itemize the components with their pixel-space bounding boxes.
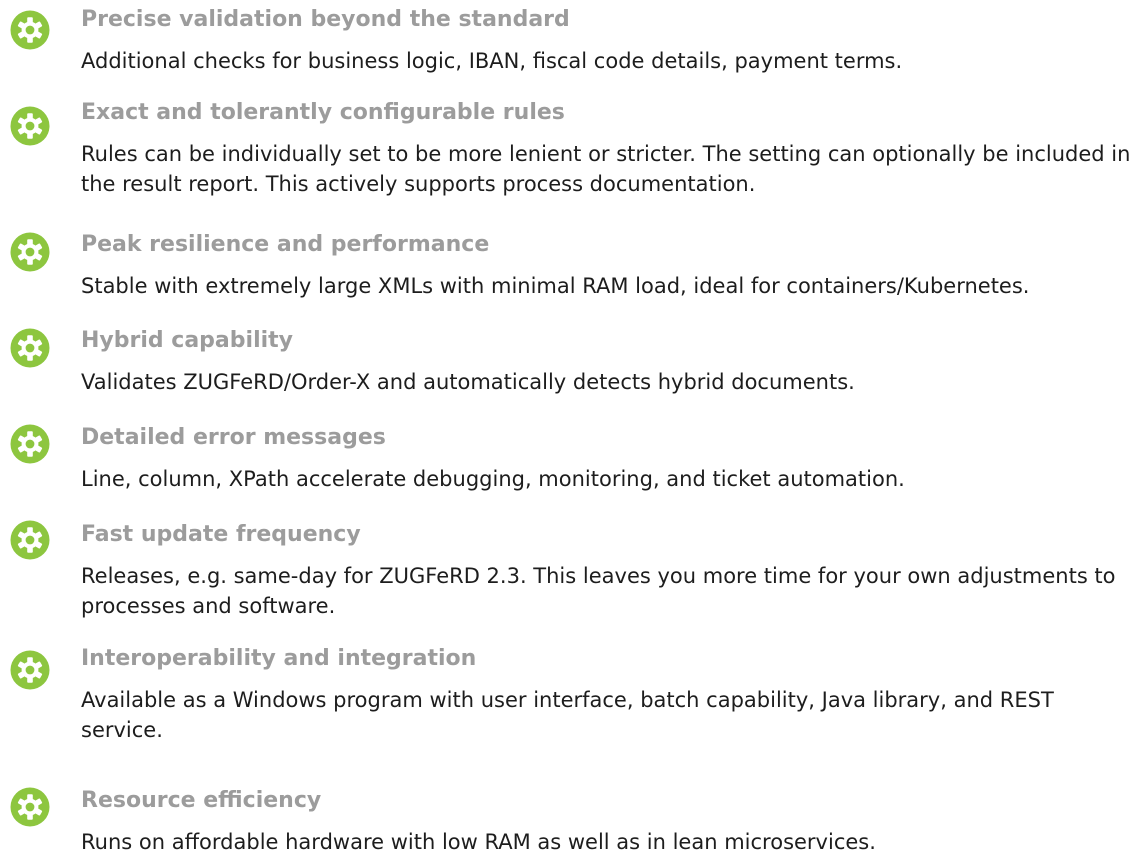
- feature-title: Peak resilience and performance: [81, 232, 490, 257]
- feature-title: Interoperability and integration: [81, 646, 477, 671]
- feature-title: Precise validation beyond the standard: [81, 7, 570, 32]
- feature-description: Additional checks for business logic, IB…: [81, 49, 903, 73]
- feature-text: Precise validation beyond the standard A…: [81, 6, 1142, 76]
- feature-text: Interoperability and integration Availab…: [81, 645, 1142, 745]
- feature-text: Exact and tolerantly configurable rules …: [81, 99, 1142, 199]
- feature-text: Hybrid capability Validates ZUGFeRD/Orde…: [81, 327, 1142, 397]
- feature-description: Rules can be individually set to be more…: [81, 142, 1131, 196]
- feature-description: Releases, e.g. same-day for ZUGFeRD 2.3.…: [81, 564, 1116, 618]
- gear-icon: [10, 787, 50, 827]
- feature-description: Validates ZUGFeRD/Order-X and automatica…: [81, 370, 855, 394]
- feature-description: Line, column, XPath accelerate debugging…: [81, 467, 905, 491]
- feature-title: Hybrid capability: [81, 328, 294, 353]
- feature-text: Fast update frequency Releases, e.g. sam…: [81, 521, 1142, 621]
- gear-icon: [10, 232, 50, 272]
- feature-text: Peak resilience and performance Stable w…: [81, 231, 1142, 301]
- gear-icon: [10, 424, 50, 464]
- gear-icon: [10, 106, 50, 146]
- feature-description: Runs on affordable hardware with low RAM…: [81, 830, 876, 854]
- gear-icon: [10, 10, 50, 50]
- feature-description: Available as a Windows program with user…: [81, 688, 1054, 742]
- feature-text: Resource efficiency Runs on affordable h…: [81, 787, 1142, 857]
- feature-description: Stable with extremely large XMLs with mi…: [81, 274, 1030, 298]
- gear-icon: [10, 328, 50, 368]
- feature-title: Exact and tolerantly configurable rules: [81, 100, 565, 125]
- gear-icon: [10, 520, 50, 560]
- feature-title: Fast update frequency: [81, 522, 361, 547]
- feature-title: Detailed error messages: [81, 425, 386, 450]
- gear-icon: [10, 650, 50, 690]
- feature-text: Detailed error messages Line, column, XP…: [81, 424, 1142, 494]
- feature-title: Resource efficiency: [81, 788, 322, 813]
